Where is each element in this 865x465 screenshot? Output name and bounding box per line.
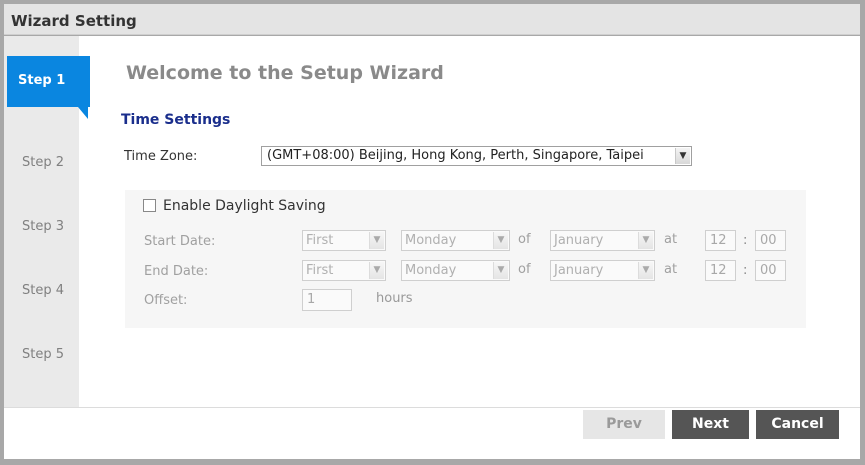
start-time-separator: : (743, 233, 748, 248)
step-4[interactable]: Step 4 (4, 266, 79, 316)
chevron-down-icon[interactable]: ▼ (369, 262, 384, 279)
start-day-value: Monday (405, 233, 457, 248)
end-month-select[interactable]: January ▼ (550, 260, 655, 281)
window-title: Wizard Setting (11, 12, 137, 30)
offset-label: Offset: (144, 293, 188, 308)
cancel-button[interactable]: Cancel (756, 410, 839, 439)
end-day-value: Monday (405, 263, 457, 278)
start-of-label: of (518, 232, 531, 247)
prev-button[interactable]: Prev (583, 410, 665, 439)
step-3[interactable]: Step 3 (4, 202, 79, 252)
start-week-select[interactable]: First ▼ (302, 230, 386, 251)
title-bar: Wizard Setting (4, 4, 860, 35)
active-step-pointer-icon (78, 107, 88, 119)
offset-input[interactable]: 1 (302, 289, 352, 311)
end-day-select[interactable]: Monday ▼ (401, 260, 510, 281)
start-month-select[interactable]: January ▼ (550, 230, 655, 251)
end-time-separator: : (743, 263, 748, 278)
wizard-window: Wizard Setting Step 1 Step 2 Step 3 Step… (0, 0, 865, 465)
step-2[interactable]: Step 2 (4, 138, 79, 188)
time-zone-label: Time Zone: (124, 149, 198, 164)
end-week-select[interactable]: First ▼ (302, 260, 386, 281)
step-1[interactable]: Step 1 (7, 56, 90, 107)
chevron-down-icon[interactable]: ▼ (638, 232, 653, 249)
chevron-down-icon[interactable]: ▼ (638, 262, 653, 279)
start-at-label: at (664, 232, 678, 247)
end-date-label: End Date: (144, 264, 209, 279)
start-date-label: Start Date: (144, 234, 216, 249)
section-title: Time Settings (121, 112, 231, 128)
end-month-value: January (554, 263, 604, 278)
step-5[interactable]: Step 5 (4, 330, 79, 380)
footer-divider (4, 407, 860, 408)
start-month-value: January (554, 233, 604, 248)
time-zone-value: (GMT+08:00) Beijing, Hong Kong, Perth, S… (267, 148, 644, 163)
chevron-down-icon[interactable]: ▼ (675, 148, 690, 164)
start-week-value: First (306, 233, 334, 248)
end-at-label: at (664, 262, 678, 277)
offset-unit-label: hours (376, 291, 413, 306)
step-sidebar: Step 1 Step 2 Step 3 Step 4 Step 5 (4, 36, 90, 407)
start-minute-input[interactable]: 00 (755, 230, 786, 251)
chevron-down-icon[interactable]: ▼ (493, 262, 508, 279)
time-zone-select[interactable]: (GMT+08:00) Beijing, Hong Kong, Perth, S… (261, 146, 692, 166)
end-week-value: First (306, 263, 334, 278)
next-button[interactable]: Next (672, 410, 749, 439)
chevron-down-icon[interactable]: ▼ (369, 232, 384, 249)
end-of-label: of (518, 262, 531, 277)
end-hour-input[interactable]: 12 (705, 260, 736, 281)
daylight-saving-label: Enable Daylight Saving (163, 198, 326, 214)
chevron-down-icon[interactable]: ▼ (493, 232, 508, 249)
start-day-select[interactable]: Monday ▼ (401, 230, 510, 251)
page-title: Welcome to the Setup Wizard (126, 62, 444, 84)
daylight-saving-checkbox[interactable] (143, 199, 156, 212)
start-hour-input[interactable]: 12 (705, 230, 736, 251)
end-minute-input[interactable]: 00 (755, 260, 786, 281)
